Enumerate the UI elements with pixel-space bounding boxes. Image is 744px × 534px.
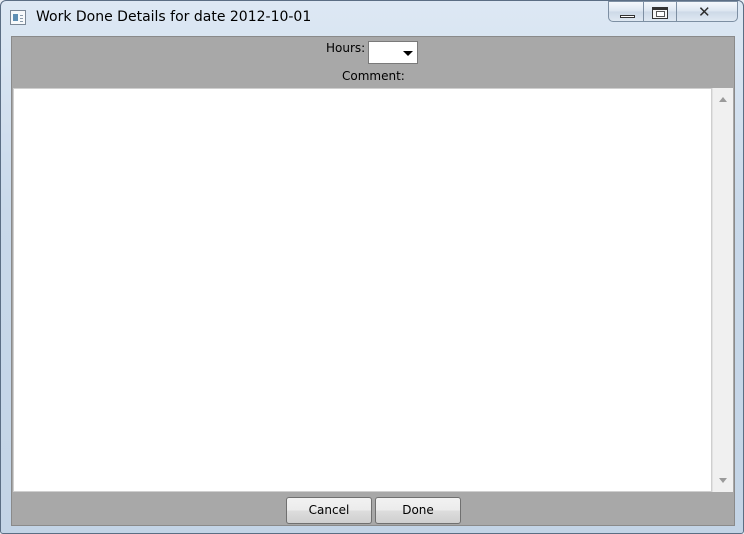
hours-label: Hours: [326,41,366,55]
cancel-button[interactable]: Cancel [286,497,372,524]
scroll-up-arrow-icon[interactable] [719,97,727,102]
maximize-icon [652,7,668,19]
app-window-icon [10,10,26,25]
caption-buttons: ✕ [608,1,738,23]
dialog-content: Hours: Comment: Cancel Done [11,36,735,526]
comment-scrollbar[interactable] [712,88,733,492]
hours-dropdown[interactable] [368,41,418,64]
maximize-button[interactable] [643,1,676,22]
dropdown-arrow-icon [403,51,413,56]
minimize-icon [620,15,635,18]
minimize-button[interactable] [608,1,643,22]
comment-textarea[interactable] [13,88,712,492]
window-title: Work Done Details for date 2012-10-01 [36,9,312,25]
close-button[interactable]: ✕ [676,1,738,22]
dialog-window: Work Done Details for date 2012-10-01 ✕ … [0,0,744,534]
comment-label: Comment: [342,69,405,83]
close-icon: ✕ [698,3,711,21]
scroll-down-arrow-icon[interactable] [719,478,727,483]
done-button[interactable]: Done [375,497,461,524]
title-bar[interactable]: Work Done Details for date 2012-10-01 ✕ [1,1,743,35]
